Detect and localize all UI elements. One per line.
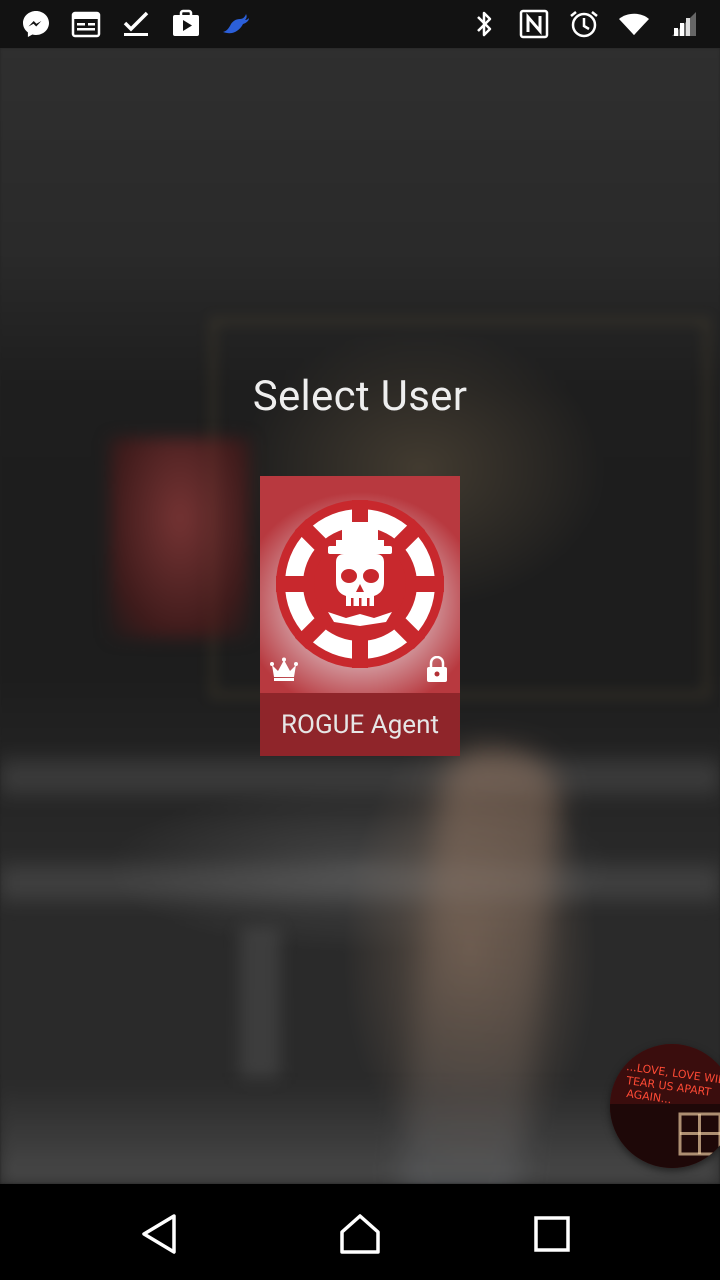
cell-signal-icon: [672, 12, 696, 36]
user-name-label: ROGUE Agent: [281, 709, 439, 740]
lock-icon: [427, 656, 447, 682]
bluetooth-icon: [477, 11, 492, 37]
back-icon[interactable]: [138, 1212, 182, 1256]
home-icon[interactable]: [338, 1212, 382, 1256]
status-bar: [0, 0, 720, 48]
messenger-icon: [23, 11, 49, 37]
user-name-bar: ROGUE Agent: [260, 693, 460, 756]
wifi-icon: [619, 13, 649, 35]
play-store-icon: [173, 9, 199, 36]
nfc-icon: [519, 9, 549, 39]
recents-icon[interactable]: [530, 1212, 574, 1256]
calendar-icon: [71, 11, 101, 38]
owner-crown-icon: [270, 657, 298, 681]
alarm-icon: [570, 11, 598, 38]
download-done-icon: [123, 11, 149, 36]
user-select-screen: Select User ROGUE Agent ...LOVE, LOVE WI…: [0, 0, 720, 1280]
system-icons: [468, 8, 700, 40]
user-card-rogue-agent[interactable]: ROGUE Agent: [260, 476, 460, 756]
division-rogue-skull-icon: [276, 500, 444, 668]
navigation-bar: [0, 1184, 720, 1280]
bird-icon: [223, 14, 249, 34]
page-title: Select User: [252, 372, 468, 421]
notification-icons: [20, 8, 252, 40]
